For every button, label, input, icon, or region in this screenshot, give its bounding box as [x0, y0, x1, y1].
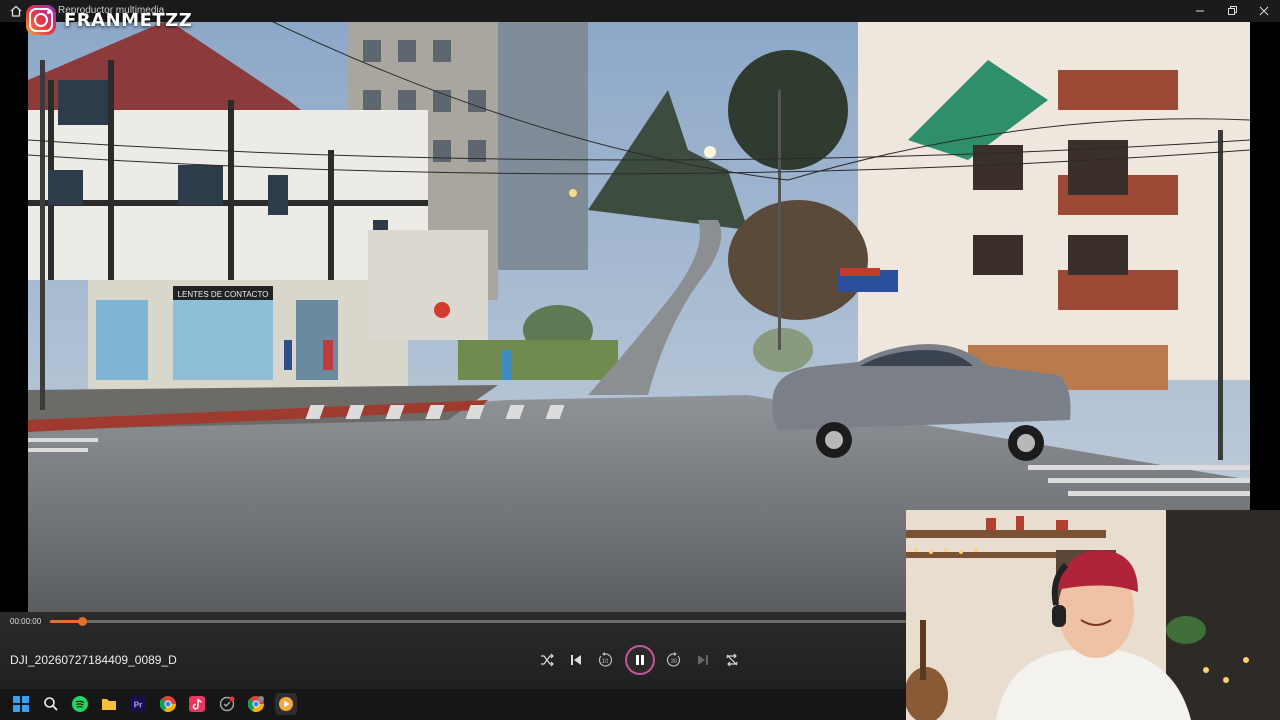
- close-icon[interactable]: [1248, 0, 1280, 22]
- shop-sign: LENTES DE CONTACTO: [178, 290, 269, 299]
- chrome-icon[interactable]: [157, 693, 179, 715]
- svg-text:Pr: Pr: [134, 701, 142, 710]
- webcam-overlay: [906, 510, 1280, 720]
- tiktok-icon[interactable]: [186, 693, 208, 715]
- previous-icon[interactable]: [566, 650, 586, 670]
- rewind-label: 10: [602, 659, 609, 665]
- restore-icon[interactable]: [1216, 0, 1248, 22]
- seek-progress: [50, 620, 82, 623]
- shuffle-icon[interactable]: [537, 650, 557, 670]
- premiere-pro-icon[interactable]: Pr: [127, 693, 149, 715]
- chrome-profile-icon[interactable]: [245, 693, 267, 715]
- instagram-icon: [26, 5, 56, 35]
- spotify-icon[interactable]: [69, 693, 91, 715]
- media-player-icon[interactable]: [275, 693, 297, 715]
- current-time: 00:00:00: [10, 617, 42, 626]
- next-icon[interactable]: [693, 650, 713, 670]
- file-name: DJI_20260727184409_0089_D: [10, 653, 177, 667]
- forward-label: 30: [671, 659, 678, 665]
- file-explorer-icon[interactable]: [98, 693, 120, 715]
- pause-button[interactable]: [625, 645, 655, 675]
- instagram-watermark: FRANMETZZ: [26, 5, 192, 35]
- windows-start-icon[interactable]: [10, 693, 32, 715]
- seek-handle[interactable]: [77, 617, 87, 626]
- forward-30-icon[interactable]: 30: [664, 650, 684, 670]
- pause-icon: [636, 655, 644, 665]
- search-icon[interactable]: [40, 693, 62, 715]
- home-icon[interactable]: [9, 4, 23, 18]
- watermark-handle: FRANMETZZ: [64, 9, 193, 31]
- repeat-off-icon[interactable]: [722, 650, 742, 670]
- app-icon[interactable]: [216, 693, 238, 715]
- rewind-10-icon[interactable]: 10: [595, 650, 615, 670]
- minimize-icon[interactable]: [1184, 0, 1216, 22]
- player-controls: [0, 612, 906, 689]
- seek-bar[interactable]: [50, 617, 906, 626]
